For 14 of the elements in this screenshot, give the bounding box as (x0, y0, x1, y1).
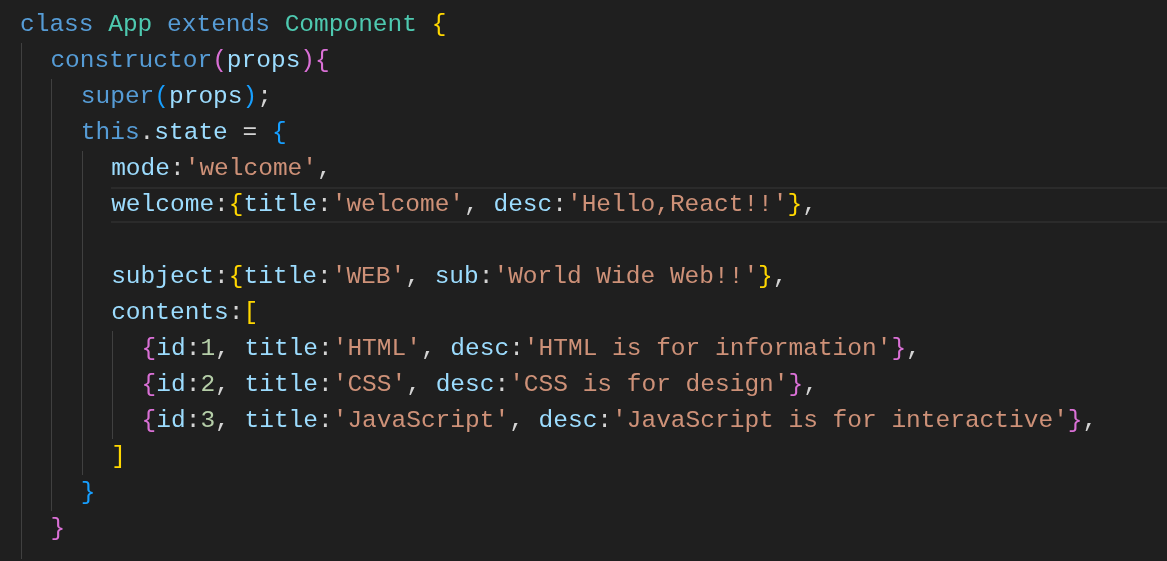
code-line: mode:'welcome', (111, 154, 333, 184)
code-line: subject:{title:'WEB', sub:'World Wide Web!!'}, (111, 262, 789, 292)
code-line: contents:[ (111, 298, 260, 328)
code-line: {id:1, title:'HTML', desc:'HTML is for information'}, (141, 334, 922, 364)
code-line: constructor(props){ (50, 46, 331, 76)
code-line: {id:2, title:'CSS', desc:'CSS is for design'}, (141, 370, 819, 400)
code-line: {id:3, title:'JavaScript', desc:'JavaScript is for interactive'}, (141, 406, 1099, 436)
code-line: } (80, 478, 97, 508)
code-line: } (50, 514, 67, 544)
code-line: ] (111, 442, 127, 472)
code-line: super(props); (80, 82, 273, 112)
code-line: class App extends Component { (20, 10, 448, 40)
code-line: this.state = { (80, 118, 288, 148)
code-line: welcome:{title:'welcome', desc:'Hello,React!!'}, (111, 187, 1167, 223)
